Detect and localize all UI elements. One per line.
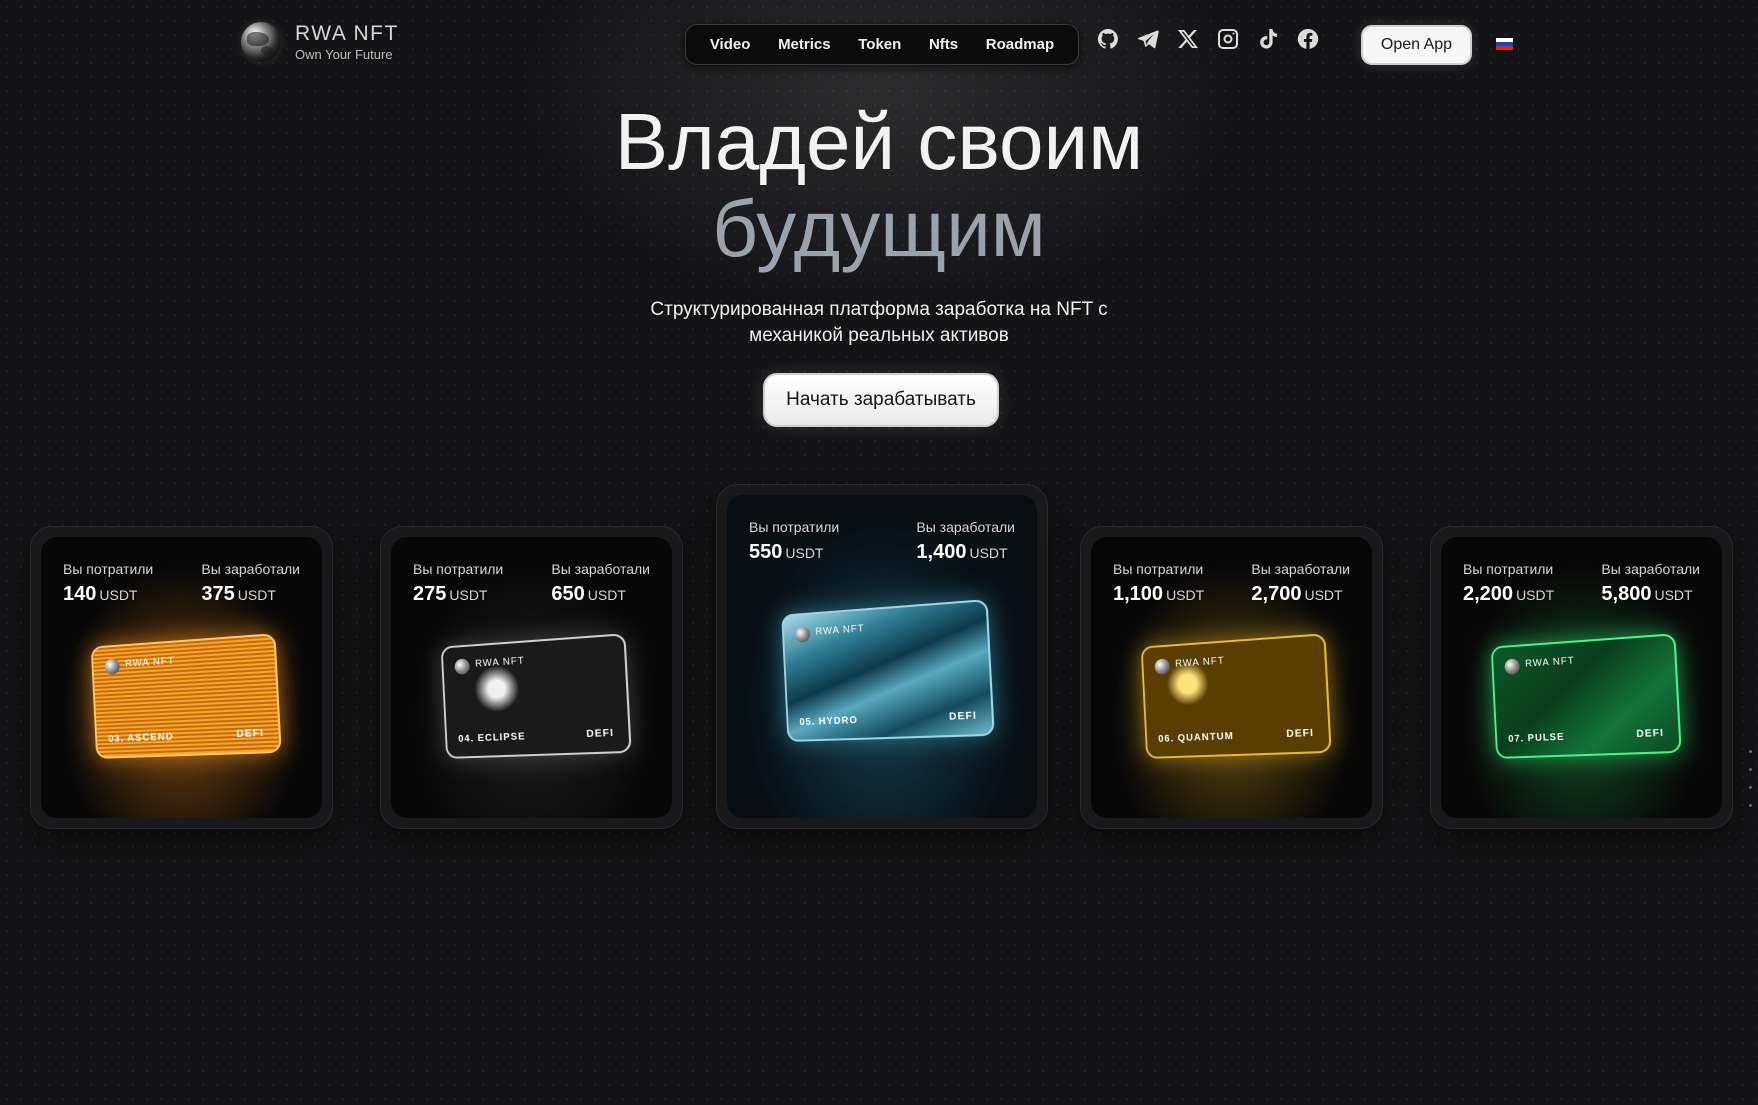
nft-globe-icon: [1504, 658, 1521, 675]
nft-card-pulse[interactable]: Вы потратили 2,200 USDT Вы заработали 5,8…: [1430, 526, 1733, 829]
earned-label: Вы заработали: [201, 561, 300, 577]
nft-globe-icon: [1154, 658, 1171, 675]
earned-value: 375: [201, 583, 235, 605]
spent-unit: USDT: [1166, 587, 1205, 603]
pager-dot[interactable]: [1749, 768, 1752, 771]
hero-subtitle: Структурированная платформа заработка на…: [579, 297, 1179, 349]
spent-value: 1,100: [1113, 583, 1164, 605]
x-icon[interactable]: [1176, 27, 1200, 51]
nft-ascend-image: RWA NFT 03. ASCEND DEFI: [90, 633, 282, 759]
brand-tagline: Own Your Future: [295, 47, 393, 62]
nft-globe-icon: [454, 658, 471, 675]
nav-item-video[interactable]: Video: [710, 36, 751, 53]
nft-brand: RWA NFT: [815, 623, 865, 638]
carousel-pager[interactable]: [1749, 750, 1752, 807]
nav-item-metrics[interactable]: Metrics: [778, 36, 831, 53]
earned-unit: USDT: [1654, 587, 1693, 603]
nft-tag: DEFI: [1636, 727, 1665, 741]
nft-globe-icon: [104, 658, 121, 675]
spent-value: 140: [63, 583, 97, 605]
brand-title: RWA NFT: [295, 22, 399, 45]
spent-unit: USDT: [99, 587, 138, 603]
nav-item-token[interactable]: Token: [858, 36, 901, 53]
telegram-icon[interactable]: [1136, 27, 1160, 51]
nft-globe-icon: [794, 626, 811, 643]
earned-unit: USDT: [237, 587, 276, 603]
earned-label: Вы заработали: [916, 519, 1015, 535]
spent-unit: USDT: [1516, 587, 1555, 603]
earned-unit: USDT: [1304, 587, 1343, 603]
nft-tag: DEFI: [236, 727, 265, 741]
spent-value: 550: [749, 541, 783, 563]
earned-value: 2,700: [1251, 583, 1302, 605]
nft-brand: RWA NFT: [124, 655, 175, 670]
hero-subtitle-line1: Структурированная платформа заработка на…: [650, 299, 1108, 320]
nft-name: 03. ASCEND: [108, 731, 175, 745]
tiktok-icon[interactable]: [1256, 27, 1280, 51]
nft-tag: DEFI: [948, 710, 978, 723]
russia-flag-icon[interactable]: [1496, 38, 1513, 50]
nft-quantum-image: RWA NFT 06. QUANTUM DEFI: [1140, 633, 1332, 759]
spent-label: Вы потратили: [1463, 561, 1554, 577]
logo[interactable]: RWA NFT Own Your Future: [241, 22, 399, 62]
start-earning-button[interactable]: Начать зарабатывать: [763, 373, 999, 427]
earned-unit: USDT: [587, 587, 626, 603]
earned-value: 5,800: [1601, 583, 1652, 605]
spent-label: Вы потратили: [63, 561, 154, 577]
nav-item-roadmap[interactable]: Roadmap: [986, 36, 1054, 53]
earned-label: Вы заработали: [1251, 561, 1350, 577]
spent-unit: USDT: [785, 545, 824, 561]
spent-label: Вы потратили: [749, 519, 840, 535]
nft-card-eclipse[interactable]: Вы потратили 275 USDT Вы заработали 650 US…: [380, 526, 683, 829]
earned-label: Вы заработали: [551, 561, 650, 577]
nft-pulse-image: RWA NFT 07. PULSE DEFI: [1490, 633, 1682, 759]
nft-name: 04. ECLIPSE: [458, 731, 526, 745]
nav-item-nfts[interactable]: Nfts: [929, 36, 958, 53]
nft-brand: RWA NFT: [1174, 655, 1225, 670]
nft-brand: RWA NFT: [474, 655, 525, 670]
globe-logo-icon: [241, 22, 281, 62]
nft-name: 05. HYDRO: [799, 715, 859, 729]
pager-dot[interactable]: [1749, 750, 1752, 753]
facebook-icon[interactable]: [1296, 27, 1320, 51]
nft-hydro-image: RWA NFT 05. HYDRO DEFI: [781, 598, 995, 742]
earned-value: 1,400: [916, 541, 967, 563]
earned-value: 650: [551, 583, 585, 605]
nft-name: 06. QUANTUM: [1158, 731, 1235, 745]
pager-dot[interactable]: [1749, 786, 1752, 789]
nft-eclipse-image: RWA NFT 04. ECLIPSE DEFI: [440, 633, 632, 759]
nft-tag: DEFI: [1286, 727, 1315, 741]
spent-value: 275: [413, 583, 447, 605]
nft-card-hydro[interactable]: Вы потратили 550 USDT Вы заработали 1,400…: [716, 484, 1048, 829]
nft-tag: DEFI: [586, 727, 615, 741]
hero-title-line1: Владей своим: [614, 97, 1144, 186]
nft-card-ascend[interactable]: Вы потратили 140 USDT Вы заработали 375 US…: [30, 526, 333, 829]
nft-name: 07. PULSE: [1508, 731, 1565, 745]
open-app-button[interactable]: Open App: [1361, 25, 1472, 65]
github-icon[interactable]: [1096, 27, 1120, 51]
spent-unit: USDT: [449, 587, 488, 603]
spent-label: Вы потратили: [1113, 561, 1204, 577]
hero-title-line2: будущим: [712, 184, 1046, 273]
main-nav: Video Metrics Token Nfts Roadmap: [685, 24, 1079, 65]
hero-subtitle-line2: механикой реальных активов: [749, 325, 1009, 346]
nft-card-quantum[interactable]: Вы потратили 1,100 USDT Вы заработали 2,7…: [1080, 526, 1383, 829]
nft-brand: RWA NFT: [1524, 655, 1575, 670]
instagram-icon[interactable]: [1216, 27, 1240, 51]
earned-unit: USDT: [969, 545, 1008, 561]
pager-dot[interactable]: [1749, 804, 1752, 807]
spent-value: 2,200: [1463, 583, 1514, 605]
spent-label: Вы потратили: [413, 561, 504, 577]
social-links: [1096, 27, 1320, 51]
earned-label: Вы заработали: [1601, 561, 1700, 577]
